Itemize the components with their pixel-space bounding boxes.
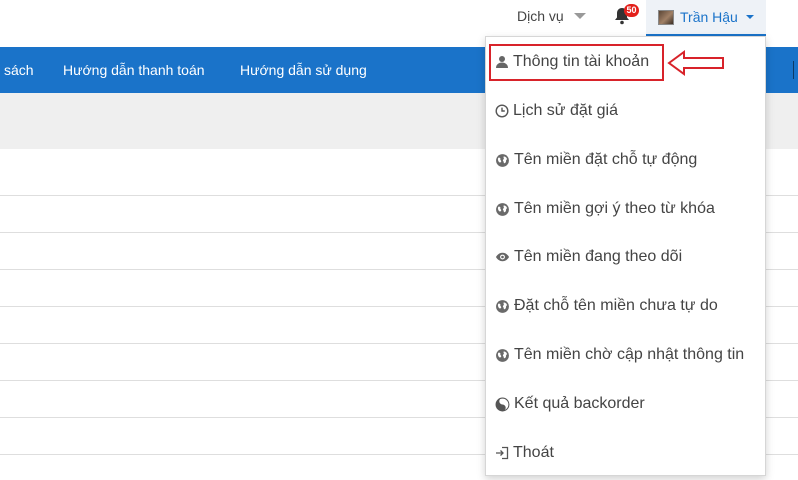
globe-icon — [496, 202, 509, 216]
services-label: Dịch vụ — [517, 8, 564, 24]
menu-item-label: Thoát — [513, 444, 554, 461]
user-menu-toggle[interactable]: Trần Hậu — [646, 0, 766, 36]
menu-item-label: Đặt chỗ tên miền chưa tự do — [514, 297, 718, 314]
menu-item-label: Kết quả backorder — [514, 395, 645, 412]
top-bar: Dịch vụ 50 Trần Hậu — [0, 0, 798, 36]
log-out-icon — [496, 446, 509, 460]
eye-icon — [495, 252, 510, 262]
menu-item-auto-reserve-domains[interactable]: Tên miền đặt chỗ tự động — [495, 146, 697, 174]
yin-yang-icon — [495, 397, 510, 411]
menu-item-label: Tên miền đặt chỗ tự động — [514, 151, 698, 168]
nav-item-books[interactable]: sách — [4, 47, 34, 93]
nav-item-payment-guide[interactable]: Hướng dẫn thanh toán — [63, 47, 205, 93]
globe-icon — [496, 153, 509, 167]
menu-item-pending-update-domains[interactable]: Tên miền chờ cập nhật thông tin — [495, 341, 744, 369]
nav-divider — [793, 61, 794, 79]
globe-icon — [496, 348, 509, 362]
notification-badge: 50 — [624, 4, 639, 17]
menu-item-label: Tên miền chờ cập nhật thông tin — [514, 346, 745, 363]
user-name: Trần Hậu — [680, 9, 738, 25]
clock-icon — [495, 104, 509, 118]
menu-item-watched-domains[interactable]: Tên miền đang theo dõi — [495, 243, 682, 271]
chevron-down-icon — [745, 15, 754, 19]
chevron-down-icon — [573, 13, 586, 19]
menu-item-label: Lịch sử đặt giá — [513, 102, 618, 119]
pointer-arrow-icon — [667, 50, 724, 76]
user-dropdown-menu: Thông tin tài khoản Lịch sử đặt giá Tên … — [485, 36, 766, 476]
menu-item-backorder-results[interactable]: Kết quả backorder — [495, 390, 645, 418]
menu-item-label: Tên miền gợi ý theo từ khóa — [514, 200, 715, 217]
globe-icon — [496, 299, 509, 313]
menu-item-keyword-suggested-domains[interactable]: Tên miền gợi ý theo từ khóa — [495, 195, 715, 223]
services-dropdown[interactable]: Dịch vụ — [517, 8, 586, 24]
menu-item-bid-history[interactable]: Lịch sử đặt giá — [495, 97, 618, 125]
menu-item-label: Tên miền đang theo dõi — [514, 248, 683, 265]
avatar — [658, 9, 674, 25]
highlight-box — [489, 44, 664, 81]
menu-item-reserve-unexpired-domains[interactable]: Đặt chỗ tên miền chưa tự do — [495, 292, 718, 320]
nav-item-usage-guide[interactable]: Hướng dẫn sử dụng — [240, 47, 367, 93]
menu-item-logout[interactable]: Thoát — [495, 439, 554, 467]
